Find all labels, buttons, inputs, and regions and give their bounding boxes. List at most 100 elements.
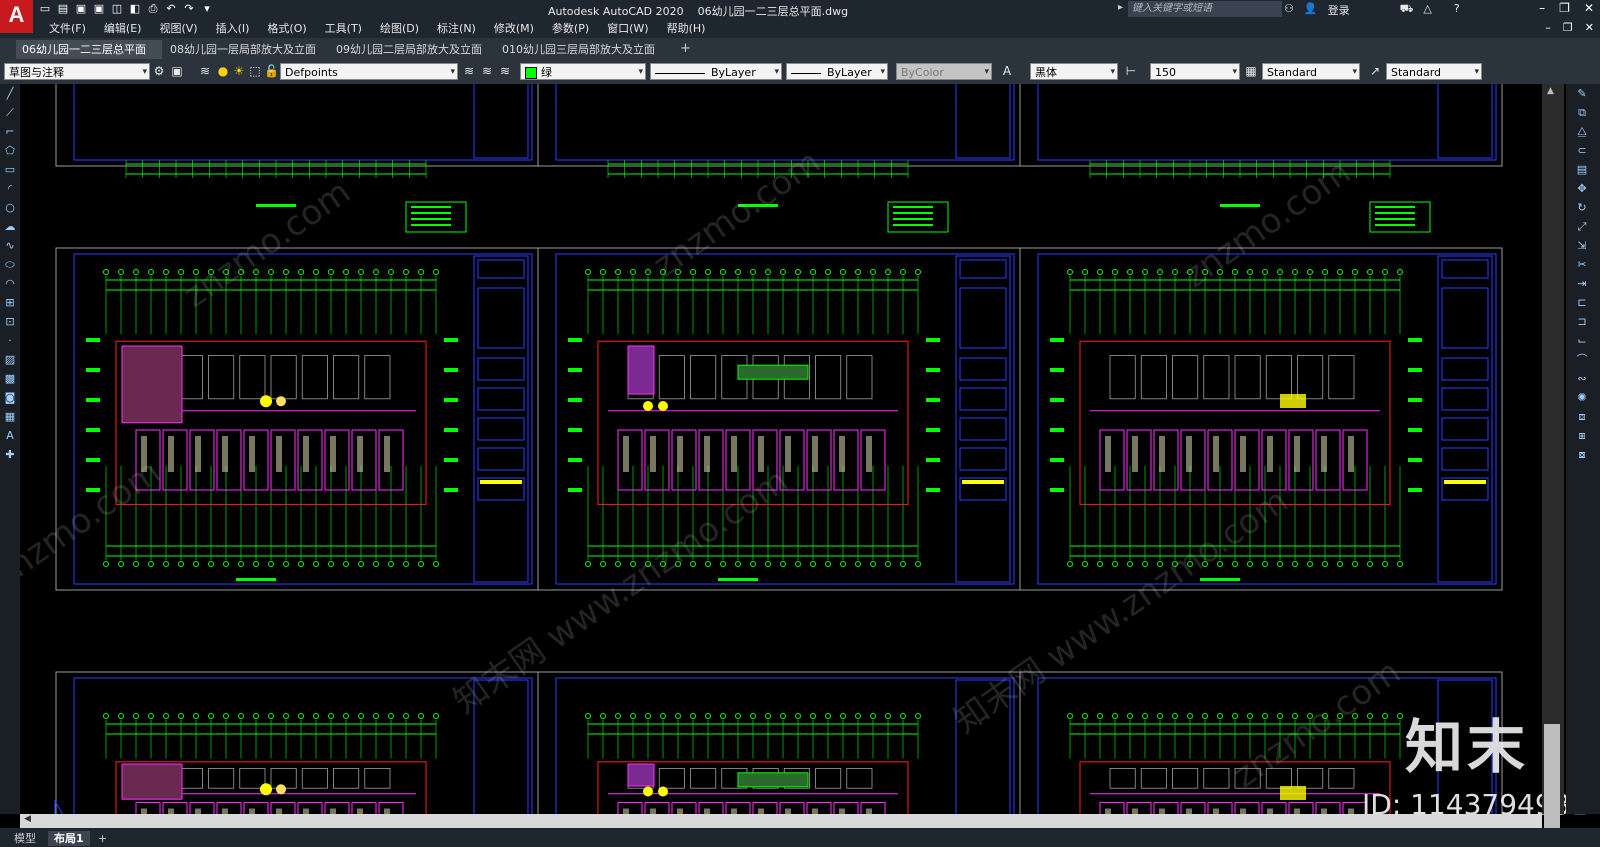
tab-layout1[interactable]: 布局1 — [48, 831, 90, 846]
break-icon[interactable]: ⊏ — [1572, 294, 1592, 312]
line-icon[interactable]: ╱ — [2, 85, 18, 103]
new-icon[interactable]: ▭ — [38, 2, 52, 16]
spline-icon[interactable]: ∿ — [2, 237, 18, 255]
fillet-icon[interactable]: ⌒ — [1572, 351, 1592, 369]
menu-modify[interactable]: 修改(M) — [485, 21, 543, 37]
menu-edit[interactable]: 编辑(E) — [95, 21, 151, 37]
menu-dimension[interactable]: 标注(N) — [428, 21, 485, 37]
dim-style-icon[interactable]: ⊢ — [1124, 64, 1138, 78]
text-style-icon[interactable]: A — [1000, 64, 1014, 78]
table-style-icon[interactable]: ▦ — [1244, 64, 1258, 78]
group-icon[interactable]: ⧆ — [1572, 427, 1592, 445]
draw-order-icon[interactable]: ⧈ — [1572, 408, 1592, 426]
polygon-icon[interactable]: ⬠ — [2, 142, 18, 160]
doc-restore-icon[interactable]: ❐ — [1563, 21, 1573, 34]
textstyle-select[interactable]: 黑体 ▾ — [1030, 63, 1118, 80]
trim-icon[interactable]: ✂ — [1572, 256, 1592, 274]
menu-help[interactable]: 帮助(H) — [658, 21, 715, 37]
circle-icon[interactable]: ○ — [2, 199, 18, 217]
search-expand-icon[interactable]: ▸ — [1118, 2, 1123, 13]
point-icon[interactable]: · — [2, 332, 18, 350]
binoculars-icon[interactable]: ⚇ — [1284, 2, 1294, 18]
menu-file[interactable]: 文件(F) — [40, 21, 95, 37]
polyline-icon[interactable]: ⌐ — [2, 123, 18, 141]
layers-icon[interactable]: ≋ — [198, 64, 212, 78]
scale-icon[interactable]: ⤢ — [1572, 218, 1592, 236]
new-tab-icon[interactable]: + — [680, 41, 691, 56]
rectangle-icon[interactable]: ▭ — [2, 161, 18, 179]
gear-icon[interactable]: ⚙ — [152, 64, 166, 78]
move-icon[interactable]: ✥ — [1572, 180, 1592, 198]
scroll-up-icon[interactable]: ▲ — [1547, 86, 1554, 96]
explode-icon[interactable]: ✺ — [1572, 389, 1592, 407]
layer-match-icon[interactable]: ≋ — [480, 64, 494, 78]
rotate-icon[interactable]: ↻ — [1572, 199, 1592, 217]
tablestyle-select[interactable]: Standard ▾ — [1262, 63, 1360, 80]
file-tab[interactable]: 010幼儿园三层局部放大及立面*✕ — [496, 40, 670, 75]
hatch-icon[interactable]: ▨ — [2, 351, 18, 369]
extend-icon[interactable]: ⇥ — [1572, 275, 1592, 293]
make-block-icon[interactable]: ⊡ — [2, 313, 18, 331]
open-web-icon[interactable]: ◫ — [110, 2, 124, 16]
undo-icon[interactable]: ↶ — [164, 2, 178, 16]
blend-icon[interactable]: ∾ — [1572, 370, 1592, 388]
a360-icon[interactable]: △ — [1423, 2, 1431, 18]
stretch-icon[interactable]: ⇲ — [1572, 237, 1592, 255]
doc-close-icon[interactable]: ✕ — [1585, 21, 1594, 34]
menu-window[interactable]: 窗口(W) — [598, 21, 657, 37]
workspace-select[interactable]: 草图与注释 ▾ — [4, 63, 150, 80]
mirror-icon[interactable]: ⧋ — [1572, 123, 1592, 141]
drawing-canvas[interactable]: znzmo.com znzmo.com znzmo.com znzmo.com … — [20, 84, 1542, 814]
login-link[interactable]: 登录 — [1328, 2, 1350, 18]
erase-icon[interactable]: ✎ — [1572, 85, 1592, 103]
join-icon[interactable]: ⊐ — [1572, 313, 1592, 331]
lineweight-select[interactable]: ByLayer ▾ — [786, 63, 888, 80]
horizontal-scrollbar[interactable]: ◀ — [20, 814, 1542, 828]
ellipse-icon[interactable]: ⬭ — [2, 256, 18, 274]
file-tab[interactable]: 08幼儿园一层局部放大及立面✕ — [164, 40, 328, 75]
help-icon[interactable]: ? — [1454, 2, 1460, 18]
scrollbar-thumb[interactable] — [1544, 724, 1560, 844]
file-tab[interactable]: 09幼儿园二层局部放大及立面✕ — [330, 40, 498, 75]
multiline-text-icon[interactable]: A — [2, 427, 18, 445]
autocad-logo[interactable]: A — [0, 0, 33, 33]
minimize-icon[interactable]: – — [1539, 1, 1545, 15]
ellipse-arc-icon[interactable]: ◠ — [2, 275, 18, 293]
gradient-icon[interactable]: ▩ — [2, 370, 18, 388]
menu-view[interactable]: 视图(V) — [150, 21, 206, 37]
print-icon[interactable]: ⎙ — [146, 2, 160, 16]
close-icon[interactable]: ✕ — [1584, 1, 1594, 15]
search-input[interactable]: 键入关键字或短语 — [1128, 1, 1282, 17]
linetype-select[interactable]: ByLayer ▾ — [650, 63, 782, 80]
multileader-style-icon[interactable]: ↗ — [1368, 64, 1382, 78]
dimscale-select[interactable]: 150 ▾ — [1150, 63, 1240, 80]
menu-format[interactable]: 格式(O) — [258, 21, 315, 37]
region-icon[interactable]: ◙ — [2, 389, 18, 407]
customize-icon[interactable]: ▾ — [200, 2, 214, 16]
arc-icon[interactable]: ◜ — [2, 180, 18, 198]
menu-insert[interactable]: 插入(I) — [207, 21, 259, 37]
layer-state-icon[interactable]: ≋ — [462, 64, 476, 78]
save-as-icon[interactable]: ▣ — [92, 2, 106, 16]
insert-block-icon[interactable]: ⊞ — [2, 294, 18, 312]
array-icon[interactable]: ▤ — [1572, 161, 1592, 179]
menu-tools[interactable]: 工具(T) — [316, 21, 371, 37]
chamfer-icon[interactable]: ⌙ — [1572, 332, 1592, 350]
table-icon[interactable]: ▦ — [2, 408, 18, 426]
user-icon[interactable]: 👤 — [1304, 2, 1318, 18]
construction-line-icon[interactable]: ⟋ — [2, 104, 18, 122]
add-layout-icon[interactable]: + — [92, 831, 113, 846]
layer-properties-icon[interactable]: ▣ — [170, 64, 184, 78]
file-tab[interactable]: 06幼儿园一二三层总平面*✕ — [16, 40, 162, 75]
offset-icon[interactable]: ⊂ — [1572, 142, 1592, 160]
bulb-icon[interactable]: ● — [216, 64, 230, 78]
add-selected-icon[interactable]: ✚ — [2, 446, 18, 464]
layer-select[interactable]: Defpoints ▾ — [280, 63, 458, 80]
layer-previous-icon[interactable]: ≋ — [498, 64, 512, 78]
color-select[interactable]: 绿 ▾ — [520, 63, 646, 80]
save-icon[interactable]: ▣ — [74, 2, 88, 16]
menu-parametric[interactable]: 参数(P) — [543, 21, 598, 37]
menu-draw[interactable]: 绘图(D) — [371, 21, 428, 37]
lock-icon[interactable]: 🔓 — [264, 64, 279, 78]
copy-icon[interactable]: ⧉ — [1572, 104, 1592, 122]
